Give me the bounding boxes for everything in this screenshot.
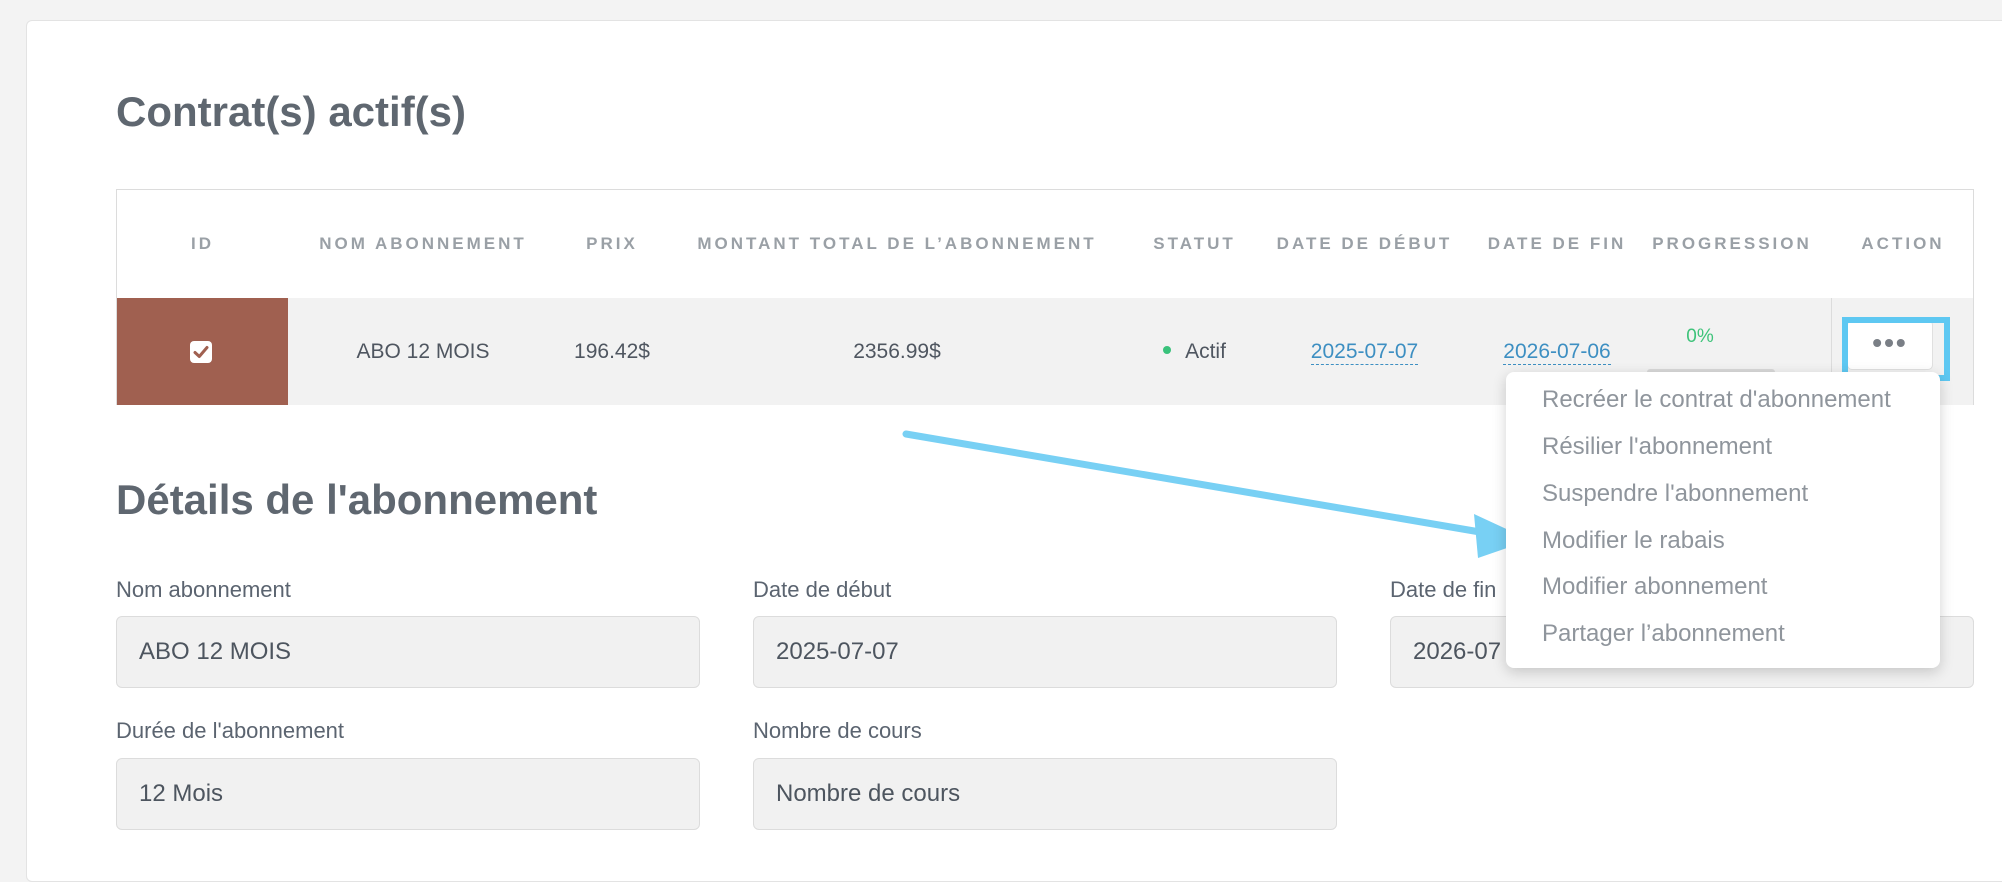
- menu-item-edit-discount[interactable]: Modifier le rabais: [1542, 527, 1725, 555]
- menu-item-edit-subscription[interactable]: Modifier abonnement: [1542, 573, 1767, 601]
- menu-item-recreate-contract[interactable]: Recréer le contrat d'abonnement: [1542, 386, 1891, 414]
- action-dropdown-menu: Recréer le contrat d'abonnement Résilier…: [1506, 372, 1940, 668]
- menu-item-cancel-subscription[interactable]: Résilier l'abonnement: [1542, 433, 1772, 461]
- menu-item-share-subscription[interactable]: Partager l’abonnement: [1542, 620, 1785, 648]
- menu-item-suspend-subscription[interactable]: Suspendre l'abonnement: [1542, 480, 1808, 508]
